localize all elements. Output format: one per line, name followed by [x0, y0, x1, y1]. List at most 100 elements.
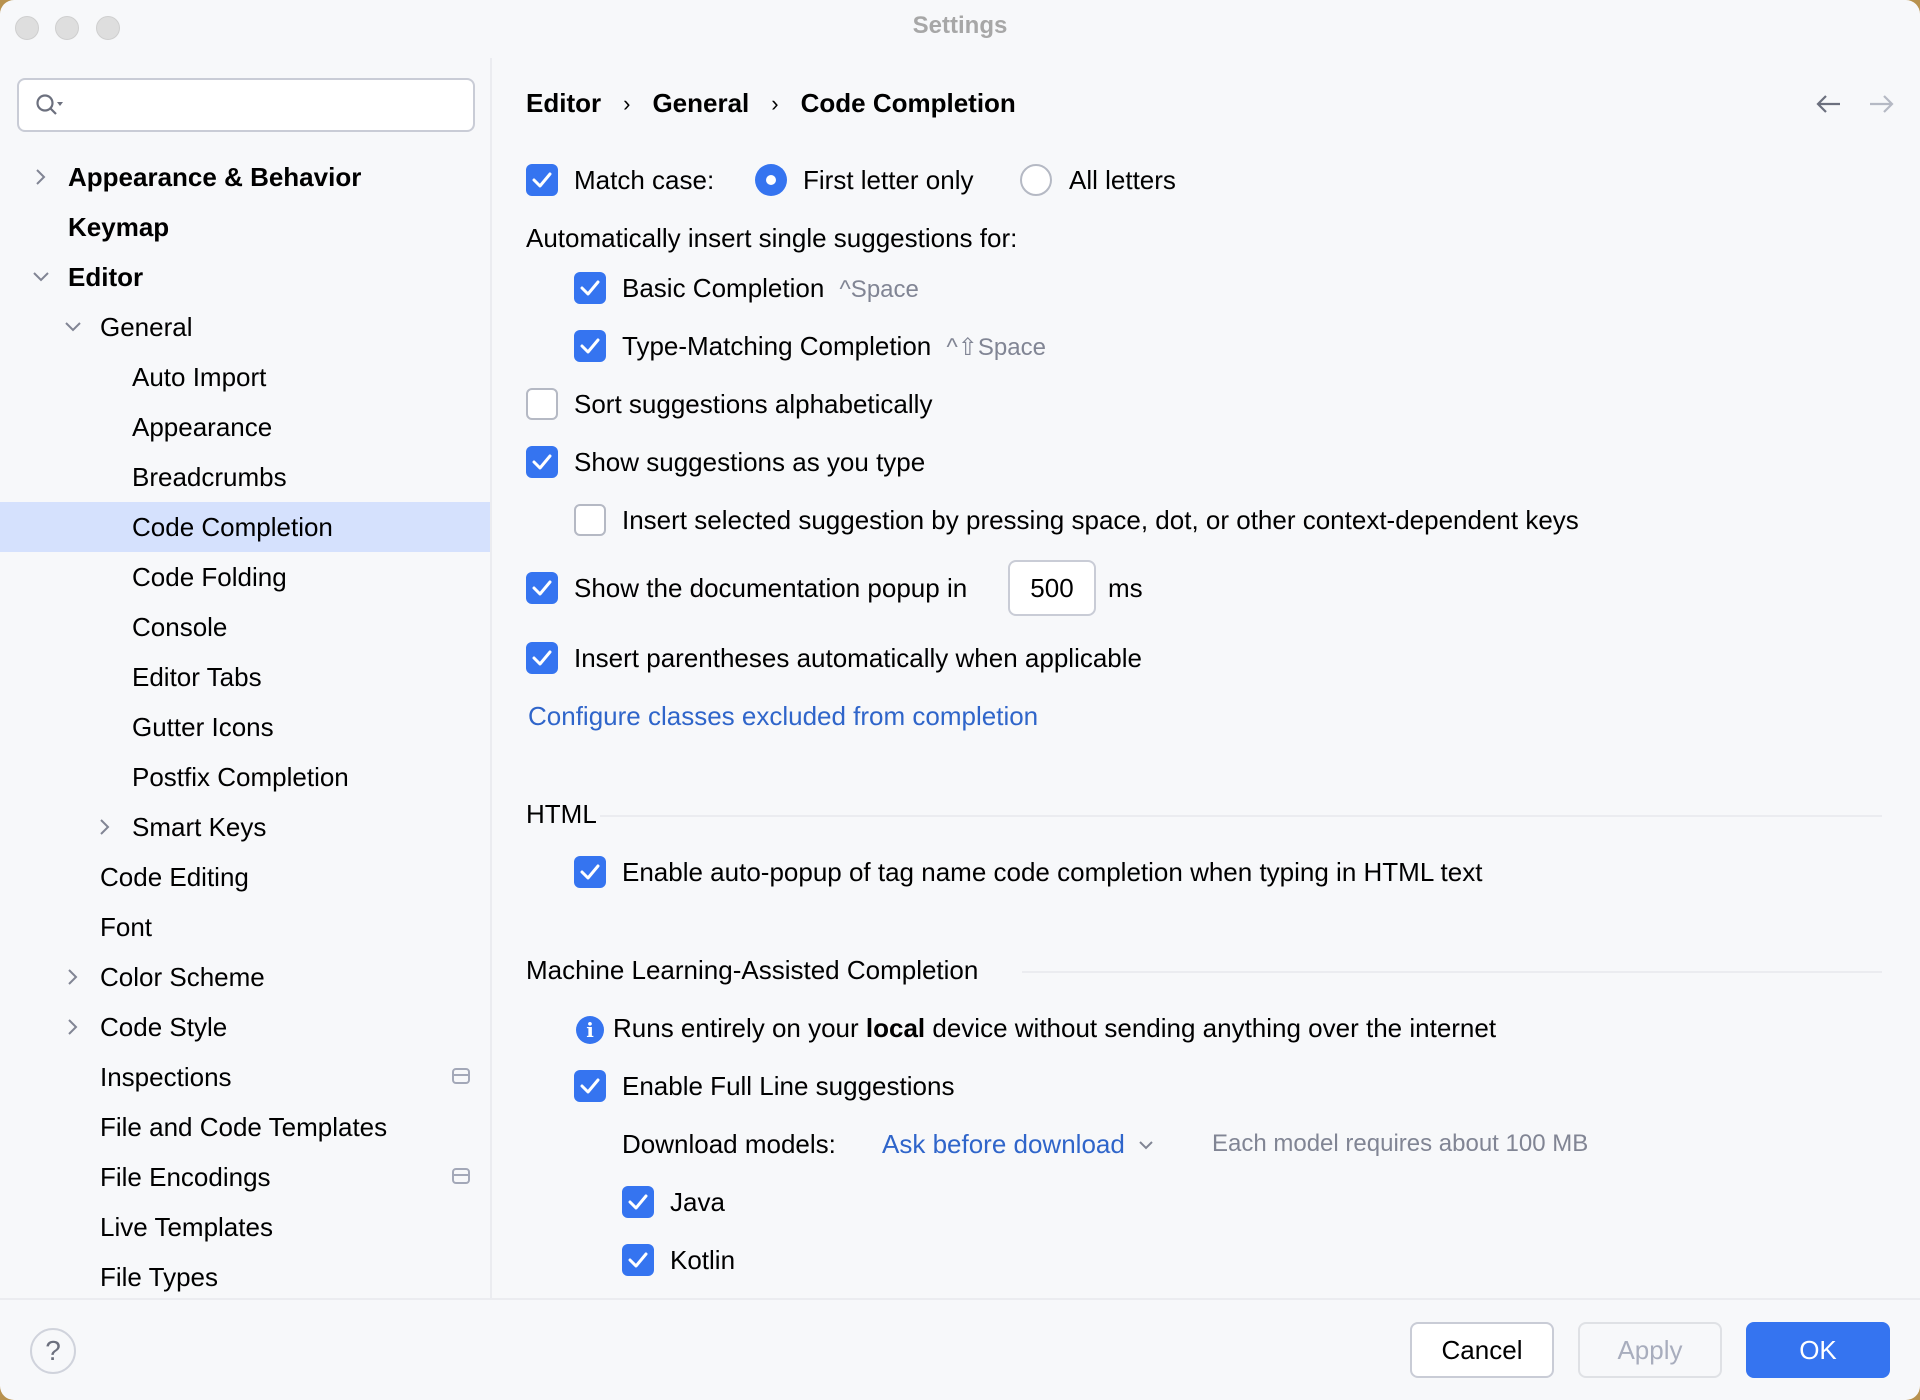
sidebar-item-postfix-completion[interactable]: Postfix Completion	[0, 752, 490, 802]
java-model-label: Java	[670, 1187, 725, 1217]
sidebar-item-label: Appearance & Behavior	[68, 161, 362, 192]
sidebar-item-label: Breadcrumbs	[132, 461, 287, 492]
chevron-right-icon[interactable]	[62, 966, 84, 988]
doc-popup-delay-input[interactable]	[1008, 560, 1096, 616]
sidebar-item-label: Keymap	[68, 211, 170, 242]
basic-completion-text: Basic Completion	[622, 273, 825, 303]
breadcrumb-separator: ›	[771, 90, 779, 116]
checkmark-icon	[532, 172, 552, 188]
sidebar-item-code-editing[interactable]: Code Editing	[0, 852, 490, 902]
info-icon: i	[576, 1016, 604, 1044]
sidebar-item-label: Editor Tabs	[132, 661, 262, 692]
sidebar-item-label: General	[100, 311, 193, 342]
chevron-right-icon[interactable]	[30, 166, 52, 188]
sidebar-item-code-completion[interactable]: Code Completion	[0, 502, 490, 552]
chevron-right-icon[interactable]	[94, 816, 116, 838]
ok-button[interactable]: OK	[1746, 1322, 1890, 1378]
sidebar-item-code-style[interactable]: Code Style	[0, 1002, 490, 1052]
doc-popup-checkbox[interactable]	[526, 572, 558, 604]
chevron-down-icon[interactable]	[30, 266, 52, 288]
html-auto-popup-checkbox[interactable]	[574, 856, 606, 888]
java-model-checkbox[interactable]	[622, 1186, 654, 1218]
download-models-dropdown[interactable]: Ask before download	[882, 1129, 1155, 1160]
match-case-checkbox[interactable]	[526, 164, 558, 196]
sidebar-item-color-scheme[interactable]: Color Scheme	[0, 952, 490, 1002]
sidebar-item-smart-keys[interactable]: Smart Keys	[0, 802, 490, 852]
all-letters-radio[interactable]	[1020, 164, 1052, 196]
first-letter-only-label[interactable]: First letter only	[803, 165, 974, 196]
breadcrumb-item[interactable]: General	[652, 88, 749, 119]
show-as-type-checkbox[interactable]	[526, 446, 558, 478]
type-matching-shortcut: ^⇧Space	[946, 334, 1046, 361]
window-title: Settings	[912, 12, 1008, 39]
download-models-label: Download models:	[622, 1129, 836, 1159]
settings-search-box[interactable]	[17, 78, 475, 132]
sidebar-item-file-types[interactable]: File Types	[0, 1252, 490, 1302]
checkmark-icon	[628, 1194, 648, 1210]
sidebar-item-label: Auto Import	[132, 361, 267, 392]
basic-completion-shortcut: ^Space	[839, 276, 919, 303]
basic-completion-label: Basic Completion ^Space	[622, 273, 919, 304]
sidebar-item-label: Postfix Completion	[132, 761, 349, 792]
match-case-label: Match case:	[574, 165, 715, 195]
sort-alphabetically-checkbox[interactable]	[526, 388, 558, 420]
help-button[interactable]: ?	[30, 1328, 76, 1374]
sidebar-item-label: Code Folding	[132, 561, 287, 592]
apply-button[interactable]: Apply	[1578, 1322, 1722, 1378]
checkmark-icon	[532, 454, 552, 470]
sort-alphabetically-label: Sort suggestions alphabetically	[574, 389, 933, 419]
sidebar-item-label: File and Code Templates	[100, 1111, 388, 1142]
checkmark-icon	[580, 1078, 600, 1094]
sidebar-item-editor[interactable]: Editor	[0, 252, 490, 302]
project-scope-icon	[452, 1168, 470, 1184]
html-auto-popup-label: Enable auto-popup of tag name code compl…	[622, 857, 1483, 887]
kotlin-model-label: Kotlin	[670, 1245, 736, 1275]
full-line-checkbox[interactable]	[574, 1070, 606, 1102]
download-models-hint: Each model requires about 100 MB	[1212, 1130, 1589, 1157]
ml-info-after: device without sending anything over the…	[925, 1013, 1497, 1043]
sidebar-item-label: File Types	[100, 1261, 219, 1292]
insert-parentheses-checkbox[interactable]	[526, 642, 558, 674]
chevron-down-icon[interactable]	[62, 316, 84, 338]
ml-section-title: Machine Learning-Assisted Completion	[526, 955, 979, 985]
sidebar-item-console[interactable]: Console	[0, 602, 490, 652]
breadcrumb-item[interactable]: Editor	[526, 88, 601, 119]
checkmark-icon	[532, 580, 552, 596]
settings-search-input[interactable]	[75, 86, 455, 124]
sidebar-item-live-templates[interactable]: Live Templates	[0, 1202, 490, 1252]
checkmark-icon	[580, 338, 600, 354]
ml-section-divider	[1022, 971, 1882, 973]
chevron-right-icon[interactable]	[62, 1016, 84, 1038]
download-models-value: Ask before download	[882, 1129, 1125, 1159]
type-matching-checkbox[interactable]	[574, 330, 606, 362]
sidebar-item-general[interactable]: General	[0, 302, 490, 352]
forward-arrow-icon[interactable]	[1866, 92, 1896, 116]
first-letter-only-radio[interactable]	[755, 164, 787, 196]
checkmark-icon	[628, 1252, 648, 1268]
sidebar-item-keymap[interactable]: Keymap	[0, 202, 490, 252]
sidebar-item-editor-tabs[interactable]: Editor Tabs	[0, 652, 490, 702]
sidebar-item-auto-import[interactable]: Auto Import	[0, 352, 490, 402]
sidebar-item-appearance-behavior[interactable]: Appearance & Behavior	[0, 152, 490, 202]
cancel-button[interactable]: Cancel	[1410, 1322, 1554, 1378]
type-matching-label: Type-Matching Completion ^⇧Space	[622, 331, 1046, 362]
sidebar-item-file-encodings[interactable]: File Encodings	[0, 1152, 490, 1202]
sidebar-item-inspections[interactable]: Inspections	[0, 1052, 490, 1102]
back-arrow-icon[interactable]	[1814, 92, 1844, 116]
sidebar-item-gutter-icons[interactable]: Gutter Icons	[0, 702, 490, 752]
footer-divider	[0, 1298, 1920, 1300]
configure-excluded-classes-link[interactable]: Configure classes excluded from completi…	[528, 701, 1038, 732]
all-letters-label[interactable]: All letters	[1069, 165, 1176, 196]
sidebar-item-breadcrumbs[interactable]: Breadcrumbs	[0, 452, 490, 502]
sidebar-item-appearance[interactable]: Appearance	[0, 402, 490, 452]
breadcrumb-item-current: Code Completion	[800, 88, 1016, 118]
breadcrumb-separator: ›	[623, 90, 631, 116]
full-line-label: Enable Full Line suggestions	[622, 1071, 955, 1101]
sidebar-item-file-and-code-templates[interactable]: File and Code Templates	[0, 1102, 490, 1152]
doc-popup-label: Show the documentation popup in	[574, 573, 968, 603]
sidebar-item-code-folding[interactable]: Code Folding	[0, 552, 490, 602]
sidebar-item-font[interactable]: Font	[0, 902, 490, 952]
kotlin-model-checkbox[interactable]	[622, 1244, 654, 1276]
basic-completion-checkbox[interactable]	[574, 272, 606, 304]
insert-selected-checkbox[interactable]	[574, 504, 606, 536]
